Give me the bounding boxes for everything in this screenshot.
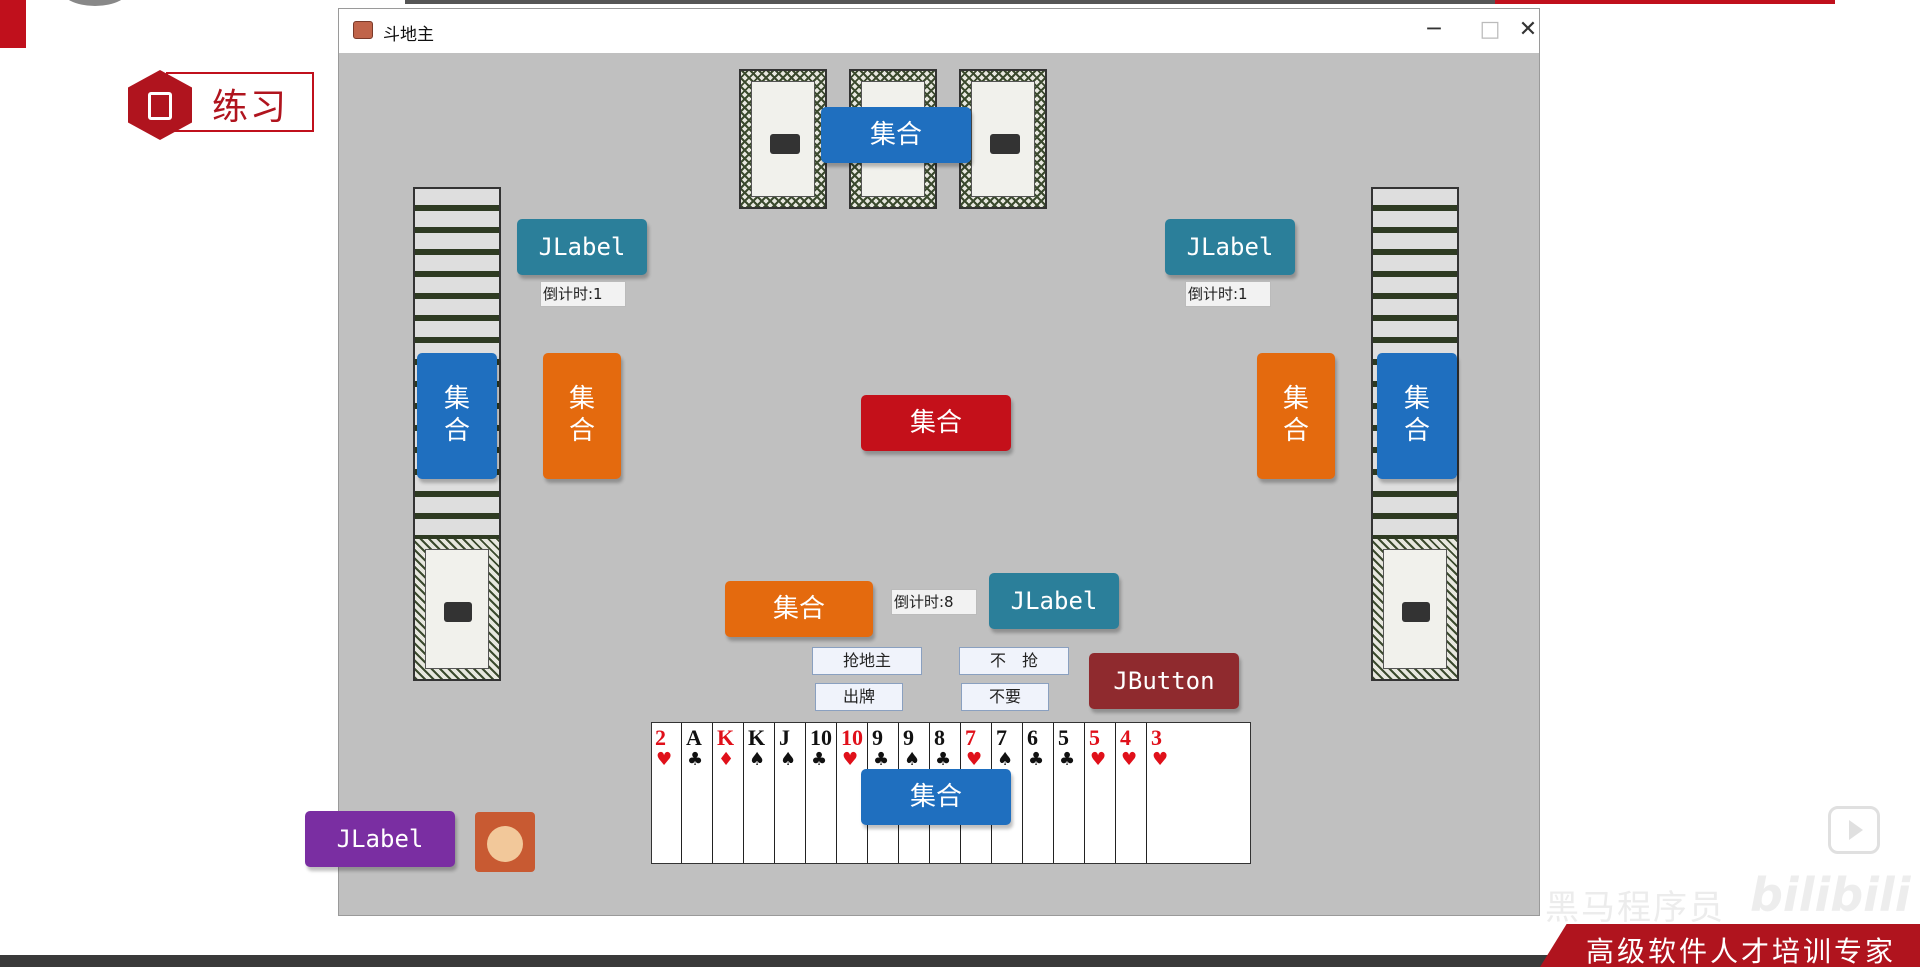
card-suit-icon: ♦ xyxy=(718,749,735,770)
card-rank: 3 xyxy=(1151,725,1162,750)
card-suit-icon: ♥ xyxy=(1121,749,1138,770)
card-suit-icon: ♥ xyxy=(656,749,673,770)
card-rank: 9 xyxy=(903,725,914,750)
card-rank: 6 xyxy=(1027,725,1038,750)
landlord-card-back xyxy=(739,69,827,209)
right-countdown: 倒计时:1 xyxy=(1185,281,1271,307)
bottom-countdown: 倒计时:8 xyxy=(891,589,977,615)
game-window: 斗地主 ─ □ ✕ 集合 集 合 JLabel 倒计时:1 集 合 集 合 JL… xyxy=(305,8,1540,916)
card-rank: 8 xyxy=(934,725,945,750)
hand-card[interactable]: 4 ♥ xyxy=(1117,723,1147,863)
right-played-cards-label: 集 合 xyxy=(1257,353,1335,479)
card-rank: 10 xyxy=(841,725,863,750)
hand-card[interactable]: 5 ♣ xyxy=(1055,723,1085,863)
card-rank: K xyxy=(748,725,766,750)
bottom-played-cards-label: 集合 xyxy=(725,581,873,637)
no-grab-button[interactable]: 不 抢 xyxy=(959,647,1069,675)
card-suit-icon: ♣ xyxy=(935,749,952,770)
card-suit-icon: ♠ xyxy=(904,749,921,770)
bottom-player-jlabel: JLabel xyxy=(989,573,1119,629)
slide-top-rule xyxy=(405,0,1495,4)
left-played-cards-label: 集 合 xyxy=(543,353,621,479)
right-collection-label: 集 合 xyxy=(1377,353,1457,479)
card-suit-icon: ♥ xyxy=(1152,749,1169,770)
top-collection-label: 集合 xyxy=(821,107,971,163)
practice-heading: 练习 xyxy=(128,70,314,140)
card-rank: A xyxy=(686,725,702,750)
card-suit-icon: ♥ xyxy=(842,749,859,770)
hand-card[interactable]: 3 ♥ xyxy=(1148,723,1232,863)
hand-card[interactable]: J ♠ xyxy=(776,723,806,863)
bilibili-watermark: bilibili xyxy=(1750,868,1911,922)
pass-button[interactable]: 不要 xyxy=(961,683,1049,711)
play-icon[interactable] xyxy=(1828,806,1880,854)
hand-card[interactable]: A ♣ xyxy=(683,723,713,863)
window-titlebar: 斗地主 ─ □ ✕ xyxy=(339,9,1539,53)
card-suit-icon: ♥ xyxy=(1090,749,1107,770)
app-icon xyxy=(353,21,373,39)
card-suit-icon: ♣ xyxy=(687,749,704,770)
grab-landlord-button[interactable]: 抢地主 xyxy=(812,647,922,675)
card-rank: 5 xyxy=(1058,725,1069,750)
jbutton[interactable]: JButton xyxy=(1089,653,1239,709)
footer-tagline: 高级软件人才培训专家 xyxy=(1586,935,1897,968)
right-player-jlabel: JLabel xyxy=(1165,219,1295,275)
hand-card[interactable]: 2 ♥ xyxy=(652,723,682,863)
card-suit-icon: ♠ xyxy=(780,749,797,770)
card-rank: 10 xyxy=(810,725,832,750)
play-cards-button[interactable]: 出牌 xyxy=(815,683,903,711)
card-rank: 2 xyxy=(655,725,666,750)
slide-corner-accent xyxy=(0,0,26,48)
card-rank: 4 xyxy=(1120,725,1131,750)
card-rank: K xyxy=(717,725,735,750)
window-title: 斗地主 xyxy=(383,25,434,45)
landlord-card-back xyxy=(959,69,1047,209)
hand-collection-label: 集合 xyxy=(861,769,1011,825)
card-rank: 7 xyxy=(965,725,976,750)
hand-card[interactable]: K ♠ xyxy=(745,723,775,863)
hand-card[interactable]: K ♦ xyxy=(714,723,744,863)
card-rank: J xyxy=(779,725,790,750)
footer-banner: 高级软件人才培训专家 xyxy=(1540,924,1920,967)
close-button[interactable]: ✕ xyxy=(1505,15,1551,47)
card-suit-icon: ♣ xyxy=(1028,749,1045,770)
card-suit-icon: ♠ xyxy=(749,749,766,770)
card-suit-icon: ♠ xyxy=(997,749,1014,770)
practice-label: 练习 xyxy=(212,87,289,128)
left-collection-label: 集 合 xyxy=(417,353,497,479)
card-rank: 9 xyxy=(872,725,883,750)
card-suit-icon: ♣ xyxy=(1059,749,1076,770)
left-countdown: 倒计时:1 xyxy=(540,281,626,307)
watermark-text: 黑马程序员 xyxy=(1545,888,1725,928)
hand-card[interactable]: 5 ♥ xyxy=(1086,723,1116,863)
hand-card[interactable]: 10 ♣ xyxy=(807,723,837,863)
hand-card[interactable]: 6 ♣ xyxy=(1024,723,1054,863)
slide-top-accent xyxy=(1495,0,1835,4)
card-rank: 7 xyxy=(996,725,1007,750)
player-avatar xyxy=(475,812,535,872)
player-name-jlabel: JLabel xyxy=(305,811,455,867)
center-collection-label: 集合 xyxy=(861,395,1011,451)
minimize-button[interactable]: ─ xyxy=(1411,15,1457,47)
slide-decoration xyxy=(60,0,130,6)
card-suit-icon: ♥ xyxy=(966,749,983,770)
left-player-jlabel: JLabel xyxy=(517,219,647,275)
card-rank: 5 xyxy=(1089,725,1100,750)
card-suit-icon: ♣ xyxy=(873,749,890,770)
card-suit-icon: ♣ xyxy=(811,749,828,770)
